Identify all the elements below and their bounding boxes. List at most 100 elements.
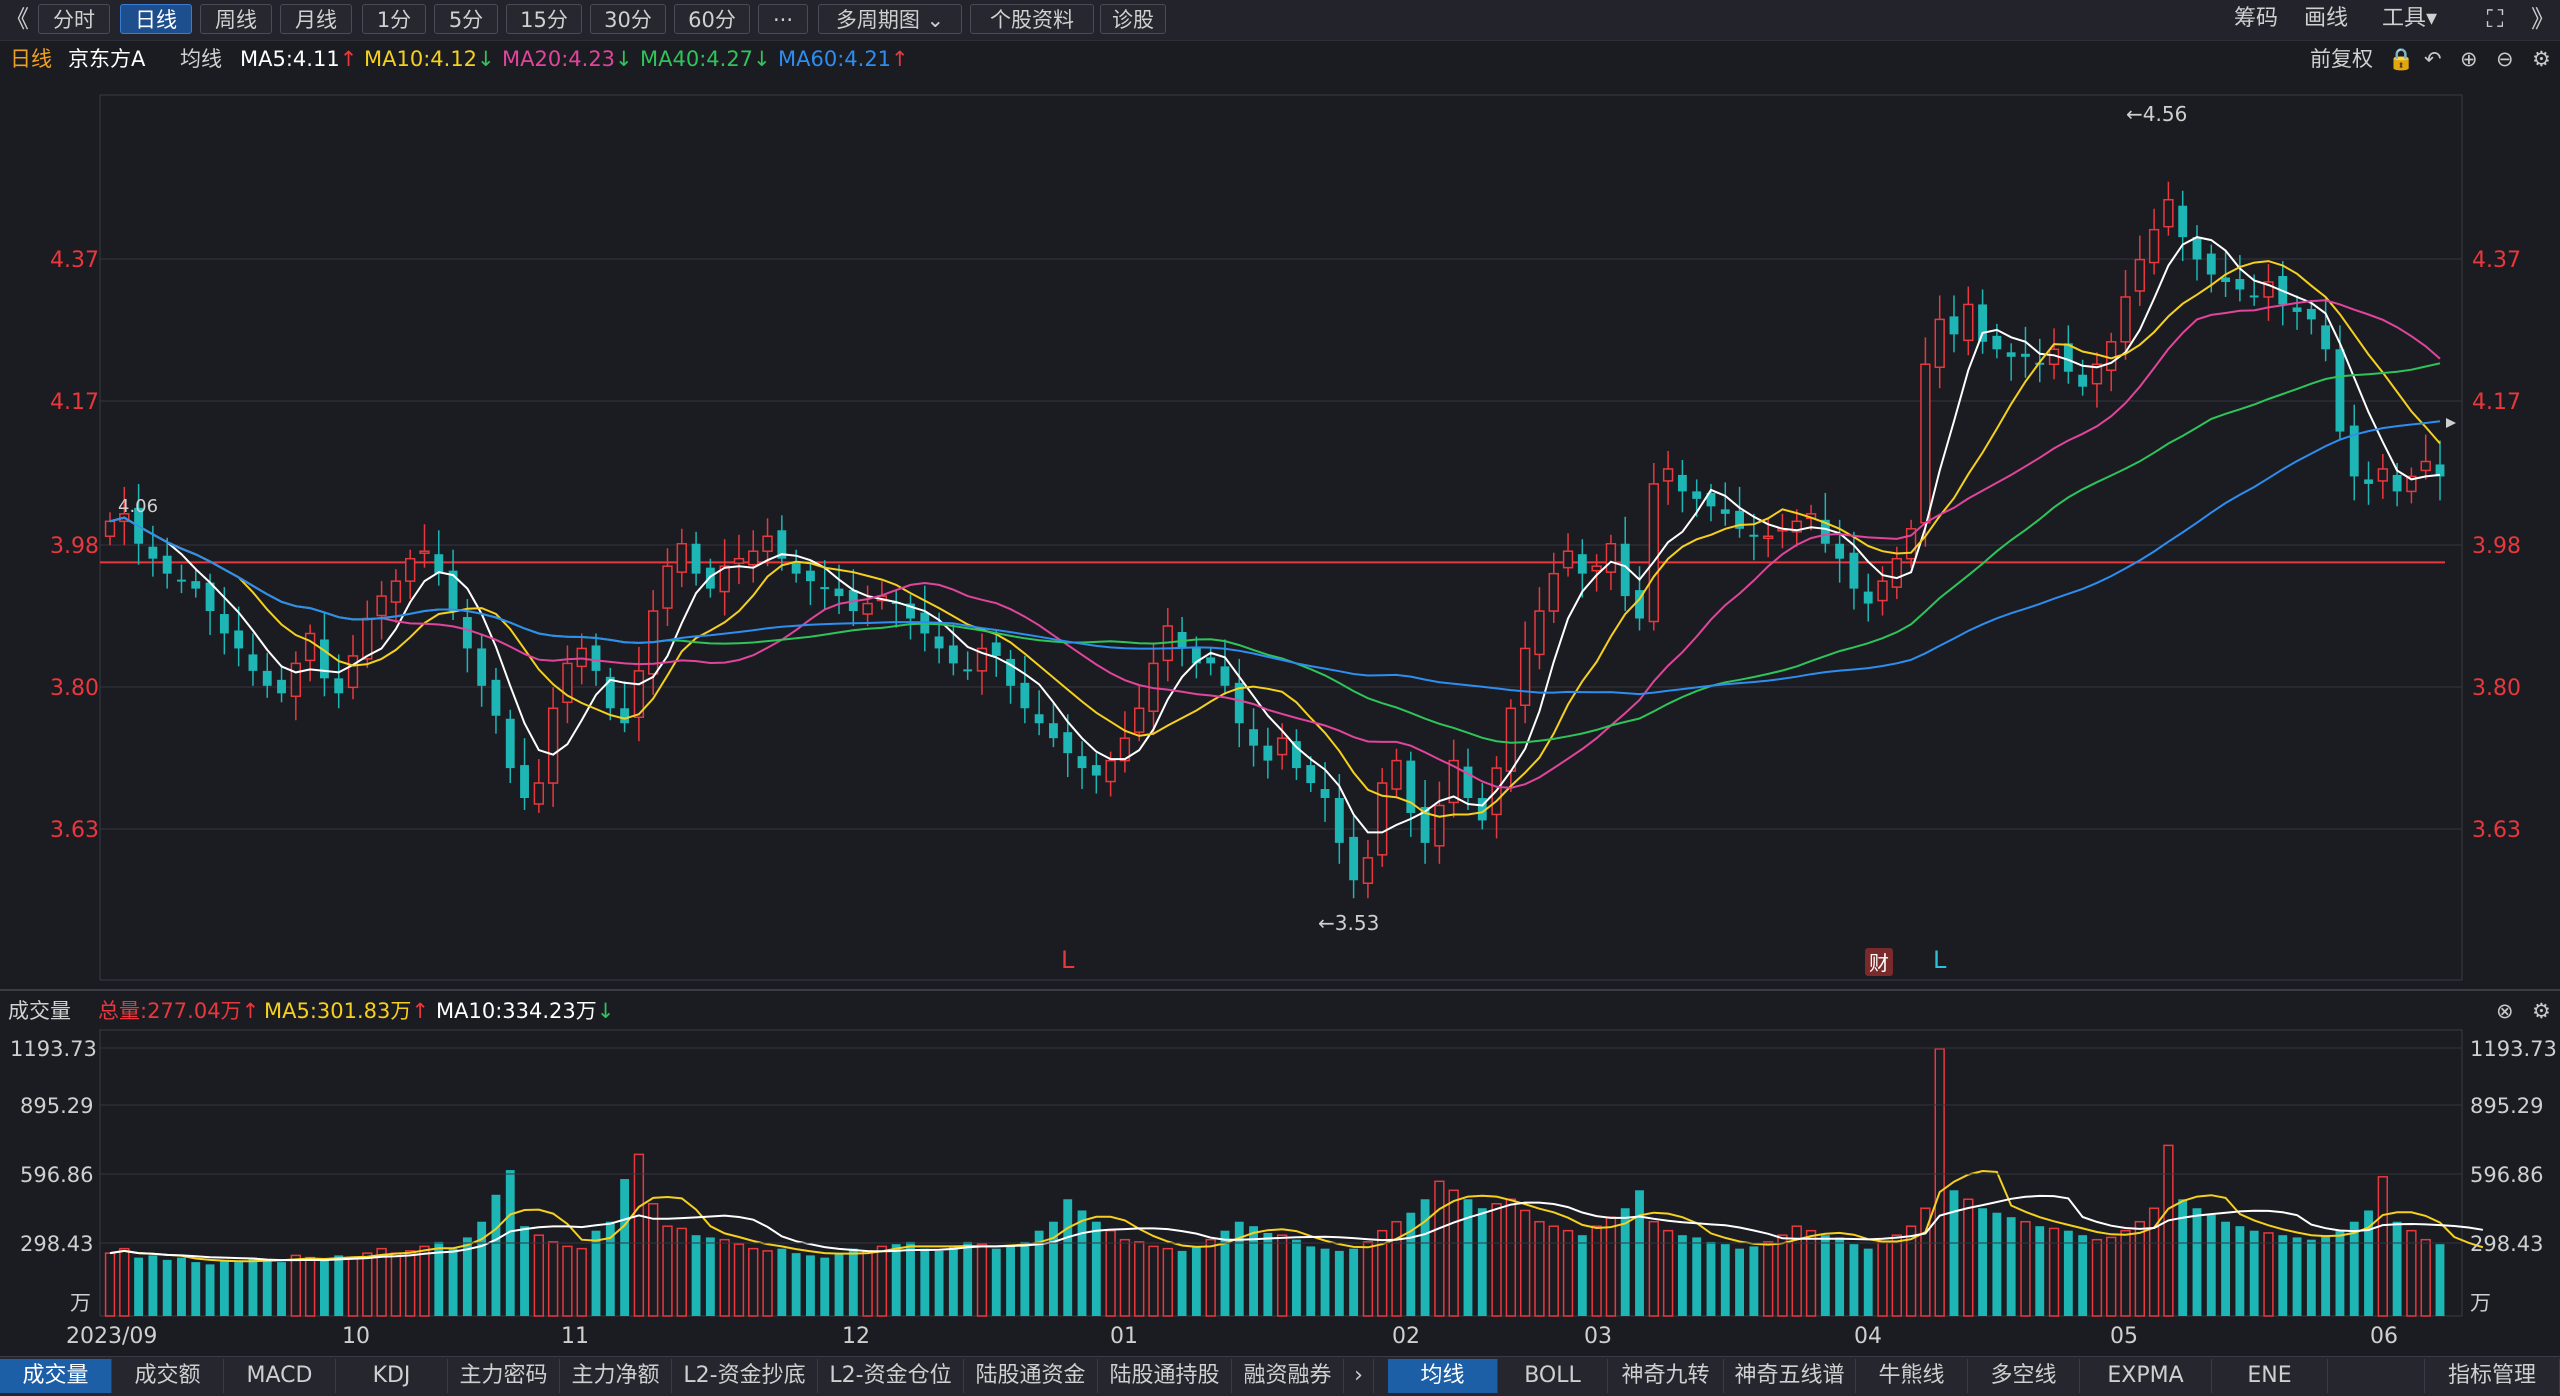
candle-body[interactable] bbox=[991, 642, 1001, 656]
tab-30min[interactable]: 30分 bbox=[590, 4, 666, 34]
candle-body[interactable] bbox=[1049, 723, 1058, 739]
volume-bar[interactable] bbox=[1119, 1238, 1131, 1317]
candle-body[interactable] bbox=[1577, 554, 1587, 574]
volume-bar[interactable] bbox=[376, 1247, 387, 1317]
volume-bar[interactable] bbox=[219, 1259, 229, 1316]
tab-bull-bear[interactable]: 牛熊线 bbox=[1856, 1359, 1968, 1393]
candle-body[interactable] bbox=[2335, 349, 2345, 432]
volume-bar[interactable] bbox=[1448, 1189, 1459, 1317]
candle-body[interactable] bbox=[1362, 857, 1374, 885]
candle-body[interactable] bbox=[733, 557, 745, 564]
candle-body[interactable] bbox=[2078, 374, 2088, 387]
volume-bar[interactable] bbox=[547, 1241, 559, 1317]
tools-dropdown[interactable]: 工具▾ bbox=[2382, 4, 2437, 34]
candle-body[interactable] bbox=[2206, 253, 2216, 275]
tab-turnover[interactable]: 成交额 bbox=[112, 1359, 224, 1393]
volume-bar[interactable] bbox=[304, 1256, 316, 1317]
volume-bar[interactable] bbox=[177, 1257, 186, 1316]
candle-body[interactable] bbox=[662, 565, 673, 609]
volume-bar[interactable] bbox=[290, 1254, 302, 1317]
candle-body[interactable] bbox=[277, 679, 286, 694]
volume-bar[interactable] bbox=[1635, 1190, 1644, 1316]
volume-bar[interactable] bbox=[1706, 1241, 1716, 1316]
volume-bar[interactable] bbox=[2134, 1220, 2145, 1317]
volume-bar[interactable] bbox=[676, 1227, 687, 1317]
volume-bar[interactable] bbox=[2321, 1235, 2331, 1316]
undo-icon[interactable]: ↶ bbox=[2424, 42, 2442, 76]
candle-body[interactable] bbox=[1292, 741, 1301, 769]
candle-body[interactable] bbox=[1677, 474, 1687, 492]
candle-body[interactable] bbox=[462, 617, 472, 649]
settings-icon[interactable]: ⚙ bbox=[2532, 42, 2551, 76]
volume-bar[interactable] bbox=[2091, 1238, 2103, 1317]
stock-info-button[interactable]: 个股资料 bbox=[970, 4, 1094, 34]
tab-main-code[interactable]: 主力密码 bbox=[448, 1359, 560, 1393]
volume-bar[interactable] bbox=[2420, 1238, 2431, 1317]
candle-body[interactable] bbox=[2148, 228, 2160, 264]
tab-volume[interactable]: 成交量 bbox=[0, 1359, 112, 1393]
candle-body[interactable] bbox=[262, 670, 272, 686]
volume-bar[interactable] bbox=[1292, 1239, 1301, 1316]
volume-bar[interactable] bbox=[1577, 1235, 1587, 1316]
volume-bar[interactable] bbox=[777, 1248, 787, 1316]
volume-bar[interactable] bbox=[1548, 1225, 1559, 1317]
candle-body[interactable] bbox=[1877, 580, 1888, 602]
candle-body[interactable] bbox=[834, 588, 844, 597]
candle-body[interactable] bbox=[362, 617, 373, 660]
volume-bar[interactable] bbox=[205, 1264, 215, 1316]
candle-body[interactable] bbox=[1220, 666, 1230, 686]
volume-bar[interactable] bbox=[2349, 1221, 2359, 1316]
candle-body[interactable] bbox=[1276, 737, 1288, 756]
volume-bar[interactable] bbox=[2078, 1235, 2088, 1316]
volume-bar[interactable] bbox=[1134, 1241, 1145, 1317]
candle-body[interactable] bbox=[290, 662, 302, 698]
volume-bar[interactable] bbox=[1877, 1241, 1888, 1317]
volume-bar[interactable] bbox=[1849, 1244, 1859, 1316]
candle-body[interactable] bbox=[820, 587, 830, 590]
volume-bar[interactable] bbox=[1720, 1244, 1730, 1316]
candle-body[interactable] bbox=[104, 520, 116, 538]
volume-bar[interactable] bbox=[234, 1262, 244, 1316]
volume-bar[interactable] bbox=[1605, 1216, 1617, 1317]
volume-bar[interactable] bbox=[562, 1245, 573, 1317]
candle-body[interactable] bbox=[1849, 552, 1859, 589]
volume-bar[interactable] bbox=[1949, 1190, 1959, 1316]
candle-body[interactable] bbox=[1605, 542, 1617, 573]
volume-bar[interactable] bbox=[262, 1259, 272, 1316]
tab-kdj[interactable]: KDJ bbox=[336, 1359, 448, 1393]
fullscreen-icon[interactable]: ⛶ bbox=[2480, 4, 2510, 34]
volume-bar[interactable] bbox=[2192, 1208, 2202, 1316]
candle-body[interactable] bbox=[1206, 657, 1216, 664]
candle-body[interactable] bbox=[191, 581, 201, 589]
volume-bar[interactable] bbox=[148, 1255, 158, 1316]
candle-body[interactable] bbox=[1091, 765, 1101, 776]
volume-bar[interactable] bbox=[1306, 1246, 1316, 1316]
volume-bar[interactable] bbox=[390, 1252, 402, 1317]
volume-bar[interactable] bbox=[1320, 1248, 1330, 1316]
volume-bar[interactable] bbox=[134, 1257, 144, 1316]
marker-l-2[interactable]: L bbox=[1933, 946, 1947, 974]
volume-bar[interactable] bbox=[733, 1243, 745, 1317]
candle-body[interactable] bbox=[1835, 543, 1845, 559]
candle-body[interactable] bbox=[1992, 335, 2002, 350]
candle-body[interactable] bbox=[1349, 836, 1359, 881]
candle-body[interactable] bbox=[520, 765, 529, 798]
candle-body[interactable] bbox=[2120, 296, 2131, 343]
tab-macd[interactable]: MACD bbox=[224, 1359, 336, 1393]
tab-15min[interactable]: 15分 bbox=[506, 4, 582, 34]
candle-body[interactable] bbox=[762, 535, 773, 552]
candle-body[interactable] bbox=[2249, 295, 2259, 298]
candle-body[interactable] bbox=[1692, 491, 1702, 499]
volume-bar[interactable] bbox=[1692, 1237, 1702, 1316]
volume-bar[interactable] bbox=[934, 1250, 944, 1316]
candle-body[interactable] bbox=[1434, 804, 1445, 847]
marker-l[interactable]: L bbox=[1061, 946, 1075, 974]
volume-bar[interactable] bbox=[162, 1259, 172, 1316]
volume-bar[interactable] bbox=[576, 1247, 587, 1317]
candle-body[interactable] bbox=[2006, 352, 2016, 357]
tab-5min[interactable]: 5分 bbox=[434, 4, 498, 34]
candle-body[interactable] bbox=[1648, 483, 1659, 623]
candle-body[interactable] bbox=[1662, 468, 1674, 482]
chevron-right-icon[interactable]: › bbox=[1344, 1359, 1374, 1393]
candle-body[interactable] bbox=[1548, 572, 1559, 612]
